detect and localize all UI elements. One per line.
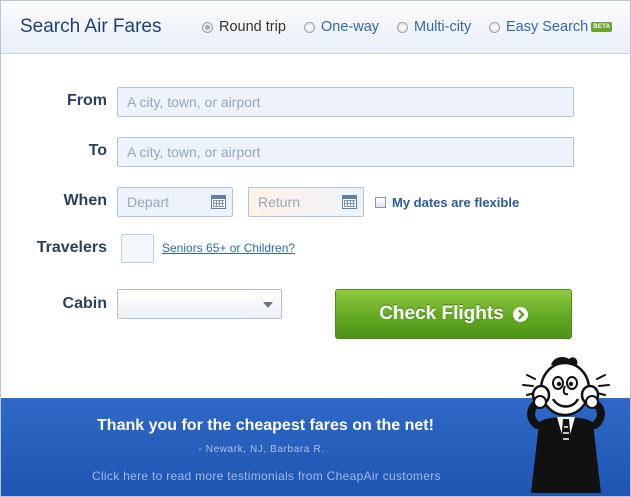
to-placeholder: A city, town, or airport: [127, 144, 261, 160]
mascot-illustration: [522, 357, 610, 493]
trip-type-multi-city[interactable]: Multi-city: [397, 19, 471, 35]
trip-type-label: Round trip: [219, 19, 286, 35]
beta-badge: BETA: [591, 22, 613, 32]
trip-type-one-way[interactable]: One-way: [304, 19, 379, 35]
testimonial-author: - Newark, NJ, Barbara R.: [198, 444, 325, 455]
calendar-icon[interactable]: [211, 195, 226, 209]
seniors-children-link[interactable]: Seniors 65+ or Children?: [162, 241, 295, 255]
trip-type-round-trip[interactable]: Round trip: [202, 19, 286, 35]
testimonial-quote: Thank you for the cheapest fares on the …: [97, 417, 434, 434]
depart-placeholder: Depart: [127, 194, 170, 210]
from-label: From: [67, 92, 107, 109]
radio-icon: [202, 21, 213, 33]
travelers-select[interactable]: [121, 234, 154, 263]
from-placeholder: A city, town, or airport: [127, 94, 261, 110]
return-date-input[interactable]: Return: [248, 187, 364, 217]
to-label: To: [88, 142, 107, 159]
search-header: Search Air Fares Round trip One-way Mult…: [1, 1, 630, 54]
dropdown-arrow-icon: [263, 302, 273, 308]
from-input[interactable]: A city, town, or airport: [117, 87, 574, 117]
trip-type-label: Easy Search: [506, 19, 589, 35]
depart-date-input[interactable]: Depart: [117, 187, 233, 217]
when-label: When: [63, 192, 107, 209]
trip-type-label: Multi-city: [414, 19, 472, 35]
return-placeholder: Return: [258, 194, 301, 210]
flexible-dates-checkbox[interactable]: [375, 197, 386, 208]
check-flights-label: Check Flights: [379, 303, 504, 324]
radio-icon: [397, 21, 408, 33]
trip-type-label: One-way: [321, 19, 380, 35]
widget-title: Search Air Fares: [20, 16, 162, 37]
check-flights-button[interactable]: Check Flights: [335, 289, 572, 339]
radio-icon: [489, 21, 500, 33]
radio-icon: [304, 21, 315, 33]
cabin-select[interactable]: [117, 289, 282, 319]
trip-type-easy-search[interactable]: Easy Search BETA: [489, 19, 613, 35]
cabin-label: Cabin: [62, 295, 107, 312]
flexible-dates-label[interactable]: My dates are flexible: [392, 195, 519, 210]
travelers-label: Travelers: [36, 239, 107, 256]
arrow-right-circle-icon: [512, 306, 528, 322]
calendar-icon[interactable]: [342, 195, 357, 209]
more-testimonials-link[interactable]: Click here to read more testimonials fro…: [92, 469, 441, 483]
to-input[interactable]: A city, town, or airport: [117, 137, 574, 167]
search-widget: Search Air Fares Round trip One-way Mult…: [0, 0, 631, 497]
